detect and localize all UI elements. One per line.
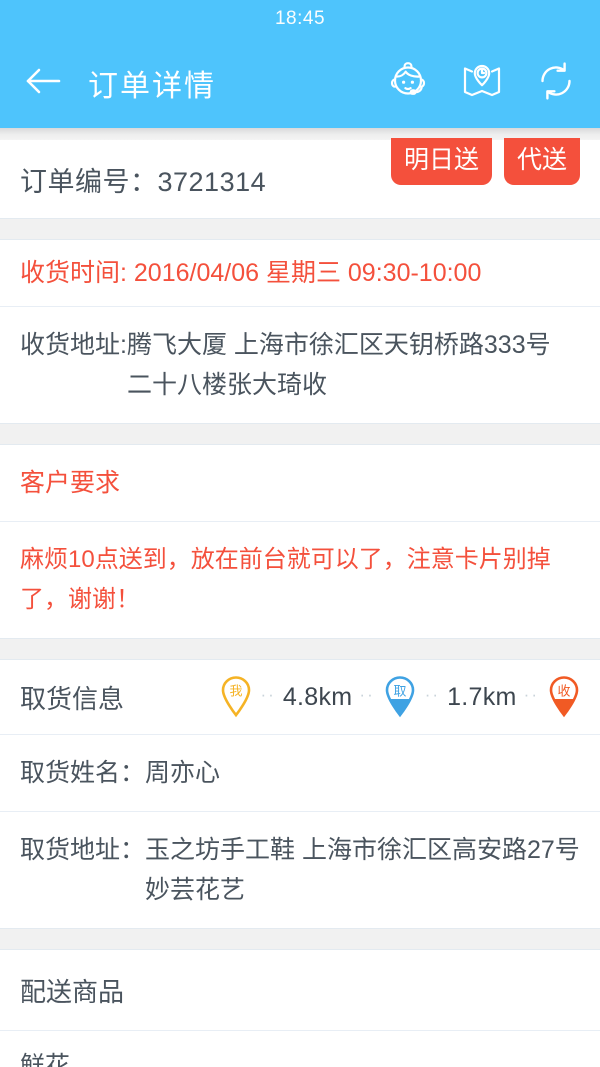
customer-service-button[interactable] (386, 61, 430, 105)
track-dots: ·· (260, 684, 276, 704)
track-dots: ·· (359, 684, 375, 704)
receive-time-row[interactable]: 收货时间: 2016/04/06 星期三 09:30-10:00 (0, 240, 600, 306)
back-button[interactable] (24, 60, 70, 106)
pin-me-icon: 我 (218, 674, 254, 720)
pickup-address-key: 取货地址： (20, 836, 146, 864)
pickup-name-key: 取货姓名： (20, 759, 146, 787)
receive-address-value: 腾飞大厦 上海市徐汇区天钥桥路333号 二十八楼张大琦收 (126, 331, 551, 399)
order-badges: 明日送 代送 (390, 138, 580, 185)
pickup-address-value: 玉之坊手工鞋 上海市徐汇区高安路27号 妙芸花艺 (145, 836, 580, 904)
status-badge-proxy[interactable]: 代送 (503, 138, 580, 185)
goods-title: 配送商品 (20, 976, 125, 1007)
track-dots: ·· (523, 684, 539, 704)
receive-address-key: 收货地址: (20, 331, 127, 359)
goods-title-row: 配送商品 (0, 950, 600, 1030)
status-bar: 18:45 (0, 0, 600, 38)
map-location-icon (460, 59, 504, 108)
pickup-name-value: 周亦心 (145, 759, 221, 787)
refresh-button[interactable] (534, 61, 578, 105)
customer-requirement-card: 客户要求 麻烦10点送到，放在前台就可以了，注意卡片别掉了，谢谢！ (0, 445, 600, 638)
customer-requirement-title: 客户要求 (20, 469, 121, 497)
customer-requirement-text-row[interactable]: 麻烦10点送到，放在前台就可以了，注意卡片别掉了，谢谢！ (0, 522, 600, 638)
status-badge-tomorrow[interactable]: 明日送 (390, 138, 492, 185)
order-number-label: 订单编号：3721314 (20, 166, 267, 197)
customer-service-icon (386, 59, 430, 108)
pickup-address-row[interactable]: 取货地址： 玉之坊手工鞋 上海市徐汇区高安路27号 妙芸花艺 (0, 812, 600, 928)
pin-pickup-icon: 取 (382, 674, 418, 720)
pickup-info-title: 取货信息 (20, 683, 125, 714)
goods-item-row[interactable]: 鲜花 (0, 1031, 600, 1067)
pickup-name-row[interactable]: 取货姓名： 周亦心 (0, 735, 600, 811)
goods-card: 配送商品 鲜花 (0, 950, 600, 1067)
order-detail-screen: 18:45 订单详情 订单编号：3721314 明日送 代送 收货时间: 201… (0, 0, 600, 1067)
svg-text:取: 取 (393, 684, 406, 699)
distance-second: 1.7km (447, 682, 517, 711)
app-bar-actions (386, 61, 578, 105)
app-bar: 订单详情 (0, 38, 600, 128)
section-gap-3 (0, 638, 600, 660)
section-gap-2 (0, 423, 600, 445)
order-number-row: 订单编号：3721314 明日送 代送 (0, 138, 600, 218)
svg-text:我: 我 (229, 684, 242, 699)
distance-first: 4.8km (282, 682, 353, 711)
receive-address-row[interactable]: 收货地址: 腾飞大厦 上海市徐汇区天钥桥路333号 二十八楼张大琦收 (0, 307, 600, 423)
section-gap-1 (0, 218, 600, 240)
map-location-button[interactable] (460, 61, 504, 105)
customer-requirement-title-row: 客户要求 (0, 445, 600, 521)
order-number-card: 订单编号：3721314 明日送 代送 (0, 138, 600, 218)
refresh-icon (534, 59, 578, 108)
pickup-info-card: 取货信息 我 ·· 4.8km ·· 取 ·· 1.7km ·· 收 取货姓名：… (0, 660, 600, 928)
goods-item-name: 鲜花 (20, 1052, 71, 1067)
pin-receive-icon: 收 (546, 674, 582, 720)
section-gap-4 (0, 928, 600, 950)
track-dots: ·· (424, 684, 441, 704)
page-title: 订单详情 (88, 70, 216, 103)
pickup-info-header: 取货信息 我 ·· 4.8km ·· 取 ·· 1.7km ·· 收 (0, 660, 600, 734)
customer-requirement-text: 麻烦10点送到，放在前台就可以了，注意卡片别掉了，谢谢！ (20, 546, 551, 613)
status-bar-clock: 18:45 (274, 8, 326, 29)
svg-text:收: 收 (557, 684, 570, 699)
distance-track: 我 ·· 4.8km ·· 取 ·· 1.7km ·· 收 (218, 674, 583, 720)
arrow-left-icon (24, 64, 62, 103)
receive-time-text: 收货时间: 2016/04/06 星期三 09:30-10:00 (20, 259, 482, 287)
receive-info-card: 收货时间: 2016/04/06 星期三 09:30-10:00 收货地址: 腾… (0, 240, 600, 423)
